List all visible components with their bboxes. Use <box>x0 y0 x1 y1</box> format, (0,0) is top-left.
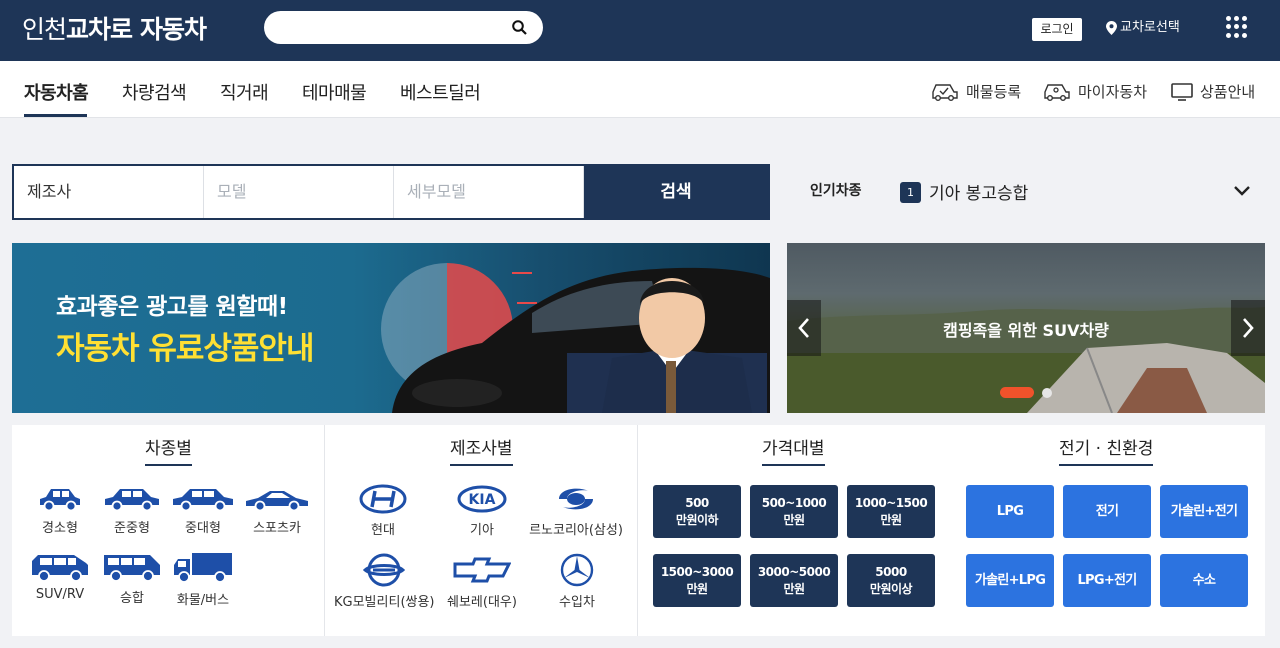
slide-pagination <box>1000 387 1052 398</box>
kia-logo-icon: KIA <box>457 485 507 513</box>
slide-next-button[interactable] <box>1231 300 1265 356</box>
product-info-label: 상품안내 <box>1200 82 1256 101</box>
maker-renault-korea[interactable]: 르노코리아(삼성) <box>524 483 628 538</box>
slide-dot-active[interactable] <box>1000 387 1034 398</box>
tab-vehicle-search[interactable]: 차량검색 <box>122 79 187 105</box>
large-sedan-icon <box>173 489 233 512</box>
svg-text:KIA: KIA <box>469 492 496 508</box>
region-label: 교차로선택 <box>1120 20 1180 35</box>
my-car-link[interactable]: 마이자동차 <box>1042 78 1147 104</box>
rank-badge: 1 <box>900 182 921 203</box>
hyundai-logo-icon <box>359 484 407 514</box>
type-sports-car[interactable]: 스포츠카 <box>242 485 312 536</box>
slide-prev-button[interactable] <box>787 300 821 356</box>
paid-product-banner[interactable]: 효과좋은 광고를 원할때! 자동차 유료상품안내 <box>12 243 770 413</box>
van-icon <box>104 555 160 582</box>
vehicle-search-form: 제조사 모델 세부모델 검색 <box>12 164 770 220</box>
active-tab-indicator <box>24 114 87 117</box>
submodel-select[interactable]: 세부모델 <box>394 166 584 218</box>
chevron-down-icon[interactable] <box>1232 184 1252 198</box>
category-panel: 차종별 경소형 준중형 중대형 스포츠카 SUV/RV 승합 화물/버스 제조사… <box>12 425 1265 636</box>
truck-icon <box>174 553 232 583</box>
tab-home[interactable]: 자동차홈 <box>24 79 89 105</box>
type-van[interactable]: 승합 <box>100 551 164 606</box>
section-title-fuel: 전기 · 친환경 <box>1059 434 1154 466</box>
mercedes-logo-icon <box>560 553 594 587</box>
fuel-electric[interactable]: 전기 <box>1063 485 1151 538</box>
price-under-500[interactable]: 500 만원이하 <box>653 485 741 538</box>
type-midsize-large[interactable]: 중대형 <box>170 485 236 536</box>
location-pin-icon <box>1106 21 1117 35</box>
fuel-gasoline-lpg[interactable]: 가솔린+LPG <box>966 554 1054 607</box>
site-search-input[interactable] <box>264 11 543 44</box>
type-semi-midsize[interactable]: 준중형 <box>100 485 164 536</box>
type-suv-rv[interactable]: SUV/RV <box>28 551 92 602</box>
register-listing-link[interactable]: 매물등록 <box>930 78 1021 104</box>
maker-select[interactable]: 제조사 <box>14 166 204 218</box>
section-title-maker: 제조사별 <box>450 434 513 466</box>
tab-theme-listing[interactable]: 테마매물 <box>302 79 367 105</box>
fuel-lpg-electric[interactable]: LPG+전기 <box>1063 554 1151 607</box>
sports-car-icon <box>246 491 308 512</box>
price-1000-1500[interactable]: 1000~1500 만원 <box>847 485 935 538</box>
section-title-price: 가격대별 <box>762 434 825 466</box>
site-logo[interactable]: 인천교차로 자동차 <box>22 10 207 50</box>
car-check-icon <box>932 84 958 101</box>
maker-imported[interactable]: 수입차 <box>542 553 612 610</box>
compact-car-icon <box>40 489 80 512</box>
maker-hyundai[interactable]: 현대 <box>347 483 419 538</box>
chevron-right-icon <box>1243 318 1254 338</box>
top-header: 인천교차로 자동차 로그인 교차로선택 <box>0 0 1280 61</box>
logo-region: 인천 <box>22 15 67 44</box>
type-compact[interactable]: 경소형 <box>34 485 86 536</box>
price-1500-3000[interactable]: 1500~3000 만원 <box>653 554 741 607</box>
suv-icon <box>32 555 88 582</box>
price-3000-5000[interactable]: 3000~5000 만원 <box>750 554 838 607</box>
tab-best-dealer[interactable]: 베스트딜러 <box>400 79 481 105</box>
type-truck-bus[interactable]: 화물/버스 <box>170 551 236 608</box>
chevrolet-logo-icon <box>453 557 511 583</box>
logo-name: 교차로 <box>66 15 133 44</box>
renault-samsung-logo-icon <box>559 488 593 510</box>
maker-kg-mobility[interactable]: KG모빌리티(쌍용) <box>334 553 435 610</box>
promo-slider[interactable]: 캠핑족을 위한 SUV차량 <box>787 243 1265 413</box>
register-listing-label: 매물등록 <box>966 82 1022 101</box>
my-car-label: 마이자동차 <box>1078 82 1148 101</box>
login-button[interactable]: 로그인 <box>1032 18 1082 41</box>
region-select[interactable]: 교차로선택 <box>1106 18 1180 38</box>
section-title-type: 차종별 <box>145 434 192 466</box>
maker-kia[interactable]: KIA 기아 <box>447 483 517 538</box>
fuel-hydrogen[interactable]: 수소 <box>1160 554 1248 607</box>
maker-chevrolet[interactable]: 쉐보레(대우) <box>442 553 522 610</box>
slide-dot[interactable] <box>1042 387 1052 398</box>
all-menu-icon[interactable] <box>1226 16 1248 38</box>
kg-mobility-logo-icon <box>362 553 406 587</box>
tab-direct-deal[interactable]: 직거래 <box>220 79 269 105</box>
chevron-left-icon <box>798 318 809 338</box>
popular-label: 인기차종 <box>810 183 862 199</box>
monitor-icon <box>1171 83 1193 101</box>
sedan-icon <box>105 489 159 512</box>
price-over-5000[interactable]: 5000 만원이상 <box>847 554 935 607</box>
search-icon[interactable] <box>512 20 527 35</box>
price-500-1000[interactable]: 500~1000 만원 <box>750 485 838 538</box>
slide-caption: 캠핑족을 위한 SUV차량 <box>943 321 1109 340</box>
search-button[interactable]: 검색 <box>584 166 768 218</box>
banner-illustration <box>381 263 770 413</box>
popular-car-link[interactable]: 기아 봉고승합 <box>929 179 1028 204</box>
logo-suffix: 자동차 <box>140 15 207 44</box>
fuel-lpg[interactable]: LPG <box>966 485 1054 538</box>
model-select[interactable]: 모델 <box>204 166 394 218</box>
fuel-gasoline-electric[interactable]: 가솔린+전기 <box>1160 485 1248 538</box>
main-nav: 자동차홈 차량검색 직거래 테마매물 베스트딜러 매물등록 마이자동차 상품안내 <box>0 61 1280 118</box>
product-info-link[interactable]: 상품안내 <box>1170 78 1255 104</box>
my-car-icon <box>1044 84 1070 101</box>
